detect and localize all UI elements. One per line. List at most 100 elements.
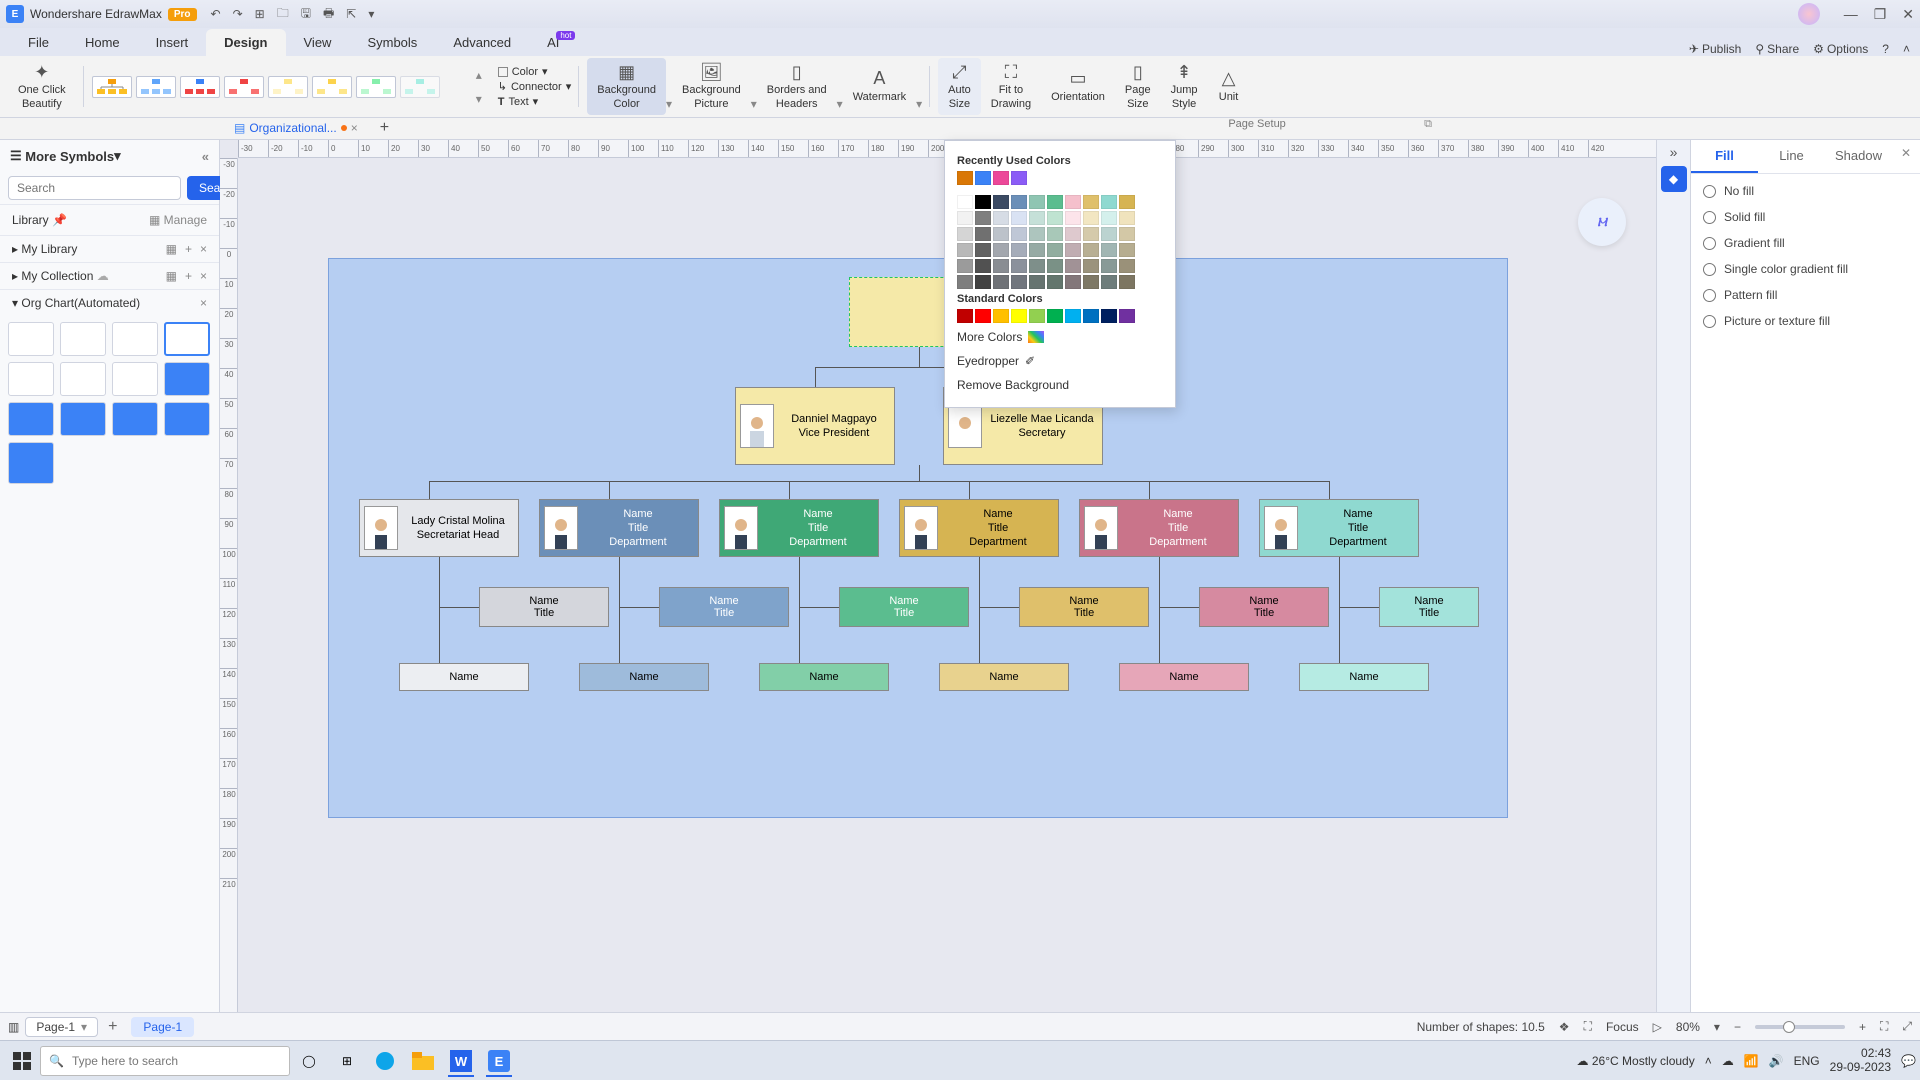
- options-button[interactable]: ⚙ Options: [1813, 42, 1868, 56]
- menu-insert[interactable]: Insert: [138, 29, 207, 56]
- symbol-item[interactable]: [164, 322, 210, 356]
- minimize-icon[interactable]: —: [1844, 6, 1858, 22]
- color-swatch[interactable]: [1011, 275, 1027, 289]
- fill-tool-icon[interactable]: ◆: [1661, 166, 1687, 192]
- share-button[interactable]: ⚲ Share: [1755, 42, 1799, 56]
- taskbar-search[interactable]: 🔍Type here to search: [40, 1046, 290, 1076]
- menu-ai[interactable]: AIhot: [529, 29, 577, 56]
- maximize-icon[interactable]: ❐: [1874, 6, 1887, 23]
- taskbar-word-icon[interactable]: W: [442, 1045, 480, 1077]
- color-swatch[interactable]: [1047, 227, 1063, 241]
- color-swatch[interactable]: [1119, 243, 1135, 257]
- lib-close-icon[interactable]: ×: [200, 242, 207, 256]
- theme-thumb[interactable]: [224, 76, 264, 98]
- symbol-item[interactable]: [164, 362, 210, 396]
- lib-add-icon[interactable]: +: [185, 242, 192, 256]
- color-swatch[interactable]: [1047, 309, 1063, 323]
- hamburger-icon[interactable]: ☰: [10, 148, 22, 164]
- color-swatch[interactable]: [1011, 227, 1027, 241]
- publish-button[interactable]: ✈ Publish: [1689, 42, 1741, 56]
- close-panel-icon[interactable]: ✕: [1892, 140, 1920, 173]
- unit-button[interactable]: △Unit: [1208, 65, 1250, 108]
- tray-wifi-icon[interactable]: 📶: [1744, 1054, 1759, 1068]
- color-swatch[interactable]: [1065, 275, 1081, 289]
- org-node-vp[interactable]: Danniel MagpayoVice President: [735, 387, 895, 465]
- color-swatch[interactable]: [1101, 195, 1117, 209]
- menu-view[interactable]: View: [286, 29, 350, 56]
- color-swatch[interactable]: [1101, 243, 1117, 257]
- color-swatch[interactable]: [993, 259, 1009, 273]
- menu-advanced[interactable]: Advanced: [435, 29, 529, 56]
- symbol-item[interactable]: [112, 362, 158, 396]
- symbol-item[interactable]: [60, 322, 106, 356]
- taskbar-edge-icon[interactable]: [366, 1045, 404, 1077]
- symbol-item[interactable]: [8, 402, 54, 436]
- tray-clock[interactable]: 02:4329-09-2023: [1830, 1047, 1891, 1073]
- org-node-sub[interactable]: NameTitle: [1379, 587, 1479, 627]
- color-swatch[interactable]: [957, 227, 973, 241]
- focus-icon[interactable]: ⛶: [1584, 1019, 1592, 1034]
- menu-home[interactable]: Home: [67, 29, 138, 56]
- zoom-slider[interactable]: [1755, 1025, 1845, 1029]
- color-swatch[interactable]: [1083, 259, 1099, 273]
- color-swatch[interactable]: [1011, 243, 1027, 257]
- color-swatch[interactable]: [993, 275, 1009, 289]
- text-dropdown[interactable]: T Text ▾: [498, 95, 572, 108]
- theme-thumb[interactable]: [180, 76, 220, 98]
- color-swatch[interactable]: [975, 243, 991, 257]
- color-swatch[interactable]: [1119, 227, 1135, 241]
- color-swatch[interactable]: [1029, 275, 1045, 289]
- watermark-dropdown-icon[interactable]: ▾: [916, 97, 922, 111]
- org-node-leaf[interactable]: Name: [759, 663, 889, 691]
- my-collection-label[interactable]: My Collection: [21, 269, 93, 283]
- org-node-leaf[interactable]: Name: [1119, 663, 1249, 691]
- fit-page-icon[interactable]: ⛶: [1880, 1019, 1888, 1034]
- org-node-dept[interactable]: NameTitleDepartment: [719, 499, 879, 557]
- color-swatch[interactable]: [957, 211, 973, 225]
- col-close-icon[interactable]: ×: [200, 269, 207, 283]
- one-click-beautify-button[interactable]: ✦ One Click Beautify: [8, 58, 76, 114]
- fill-opt-picture[interactable]: Picture or texture fill: [1703, 308, 1908, 334]
- sidebar-title-dropdown-icon[interactable]: ▾: [114, 148, 121, 164]
- borders-dropdown-icon[interactable]: ▾: [837, 97, 843, 111]
- page-selector[interactable]: Page-1 ▾: [25, 1017, 98, 1037]
- color-swatch[interactable]: [975, 227, 991, 241]
- color-swatch[interactable]: [1083, 195, 1099, 209]
- org-node-sub[interactable]: NameTitle: [1019, 587, 1149, 627]
- color-swatch[interactable]: [1029, 243, 1045, 257]
- collapse-ribbon-icon[interactable]: ˄: [1903, 42, 1910, 56]
- zoom-in-icon[interactable]: +: [1859, 1020, 1866, 1034]
- fill-opt-none[interactable]: No fill: [1703, 178, 1908, 204]
- document-tab[interactable]: ▤ Organizational... ×: [226, 119, 366, 137]
- color-swatch[interactable]: [1029, 309, 1045, 323]
- org-node-dept[interactable]: NameTitleDepartment: [1079, 499, 1239, 557]
- color-swatch[interactable]: [957, 195, 973, 209]
- color-swatch[interactable]: [993, 309, 1009, 323]
- color-swatch[interactable]: [1029, 227, 1045, 241]
- expand-icon[interactable]: ▸: [12, 269, 18, 283]
- tab-shadow[interactable]: Shadow: [1825, 140, 1892, 173]
- page-chip[interactable]: Page-1: [131, 1017, 194, 1037]
- undo-icon[interactable]: ↶: [211, 7, 221, 21]
- color-swatch[interactable]: [1011, 259, 1027, 273]
- fill-opt-pattern[interactable]: Pattern fill: [1703, 282, 1908, 308]
- fill-opt-single-gradient[interactable]: Single color gradient fill: [1703, 256, 1908, 282]
- color-swatch[interactable]: [1047, 275, 1063, 289]
- color-swatch[interactable]: [975, 171, 991, 185]
- color-swatch[interactable]: [1101, 259, 1117, 273]
- borders-headers-button[interactable]: ▯Borders and Headers: [757, 58, 837, 114]
- theme-thumb[interactable]: [92, 76, 132, 98]
- pages-icon[interactable]: ▥: [8, 1020, 19, 1034]
- jump-style-button[interactable]: ⇞Jump Style: [1161, 58, 1208, 114]
- color-swatch[interactable]: [1047, 243, 1063, 257]
- watermark-button[interactable]: AWatermark: [843, 65, 916, 108]
- org-chart-section-label[interactable]: Org Chart(Automated): [21, 296, 140, 310]
- menu-file[interactable]: File: [10, 29, 67, 56]
- save-icon[interactable]: 🖫: [301, 4, 311, 25]
- user-avatar[interactable]: [1798, 3, 1820, 25]
- color-swatch[interactable]: [1011, 171, 1027, 185]
- color-swatch[interactable]: [1083, 211, 1099, 225]
- color-swatch[interactable]: [975, 309, 991, 323]
- color-swatch[interactable]: [975, 211, 991, 225]
- color-swatch[interactable]: [1011, 309, 1027, 323]
